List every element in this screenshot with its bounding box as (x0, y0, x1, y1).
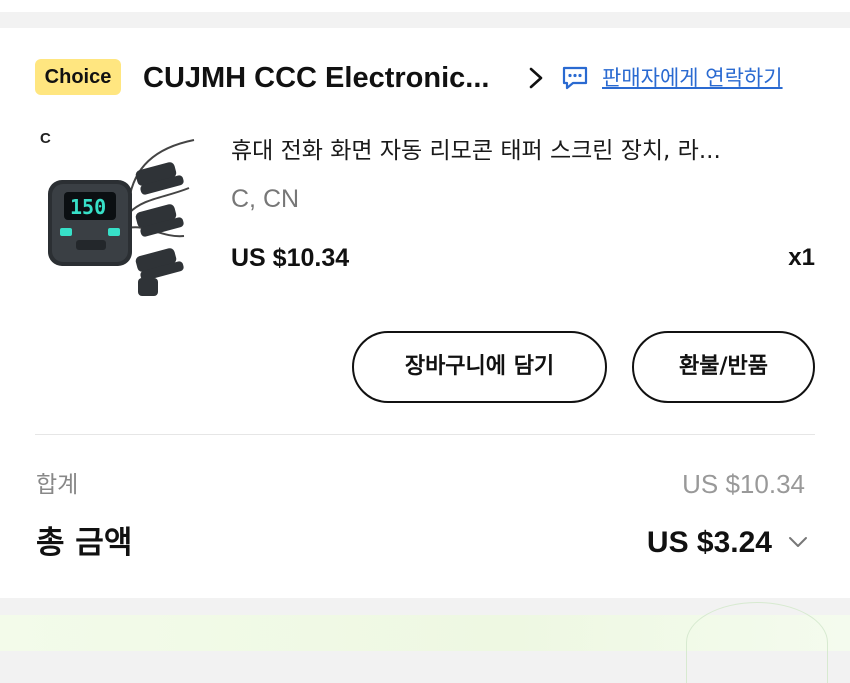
top-strip (0, 0, 850, 28)
order-store-card (0, 28, 850, 598)
product-image-variant-label: C (40, 130, 51, 147)
subtotal-label: 합계 (36, 472, 79, 498)
device-display-text: 150 (70, 195, 106, 219)
product-photo: 150 (48, 139, 195, 296)
product-quantity: x1 (788, 244, 815, 271)
add-to-cart-button[interactable]: 장바구니에 담기 (352, 331, 607, 403)
choice-badge: Choice (35, 59, 121, 95)
subtotal-value: US $10.34 (682, 469, 805, 499)
total-label: 총 금액 (36, 525, 133, 561)
divider (35, 434, 815, 435)
chat-message-icon[interactable] (560, 63, 590, 93)
total-value[interactable]: US $3.24 (560, 521, 772, 565)
store-name[interactable]: CUJMH CCC Electronic... (143, 58, 515, 98)
product-image[interactable]: C 150 (34, 128, 214, 303)
product-title[interactable]: 휴대 전화 화면 자동 리모콘 태퍼 스크린 장치, 라... (231, 132, 821, 170)
banner-decoration (686, 602, 828, 683)
refund-return-button[interactable]: 환불/반품 (632, 331, 815, 403)
chevron-down-icon[interactable] (786, 530, 810, 554)
contact-seller-link[interactable]: 판매자에게 연락하기 (602, 60, 822, 96)
bottom-area (0, 598, 850, 683)
product-price: US $10.34 (231, 244, 350, 272)
product-variant: C, CN (231, 185, 300, 213)
chevron-right-icon[interactable] (524, 63, 548, 93)
